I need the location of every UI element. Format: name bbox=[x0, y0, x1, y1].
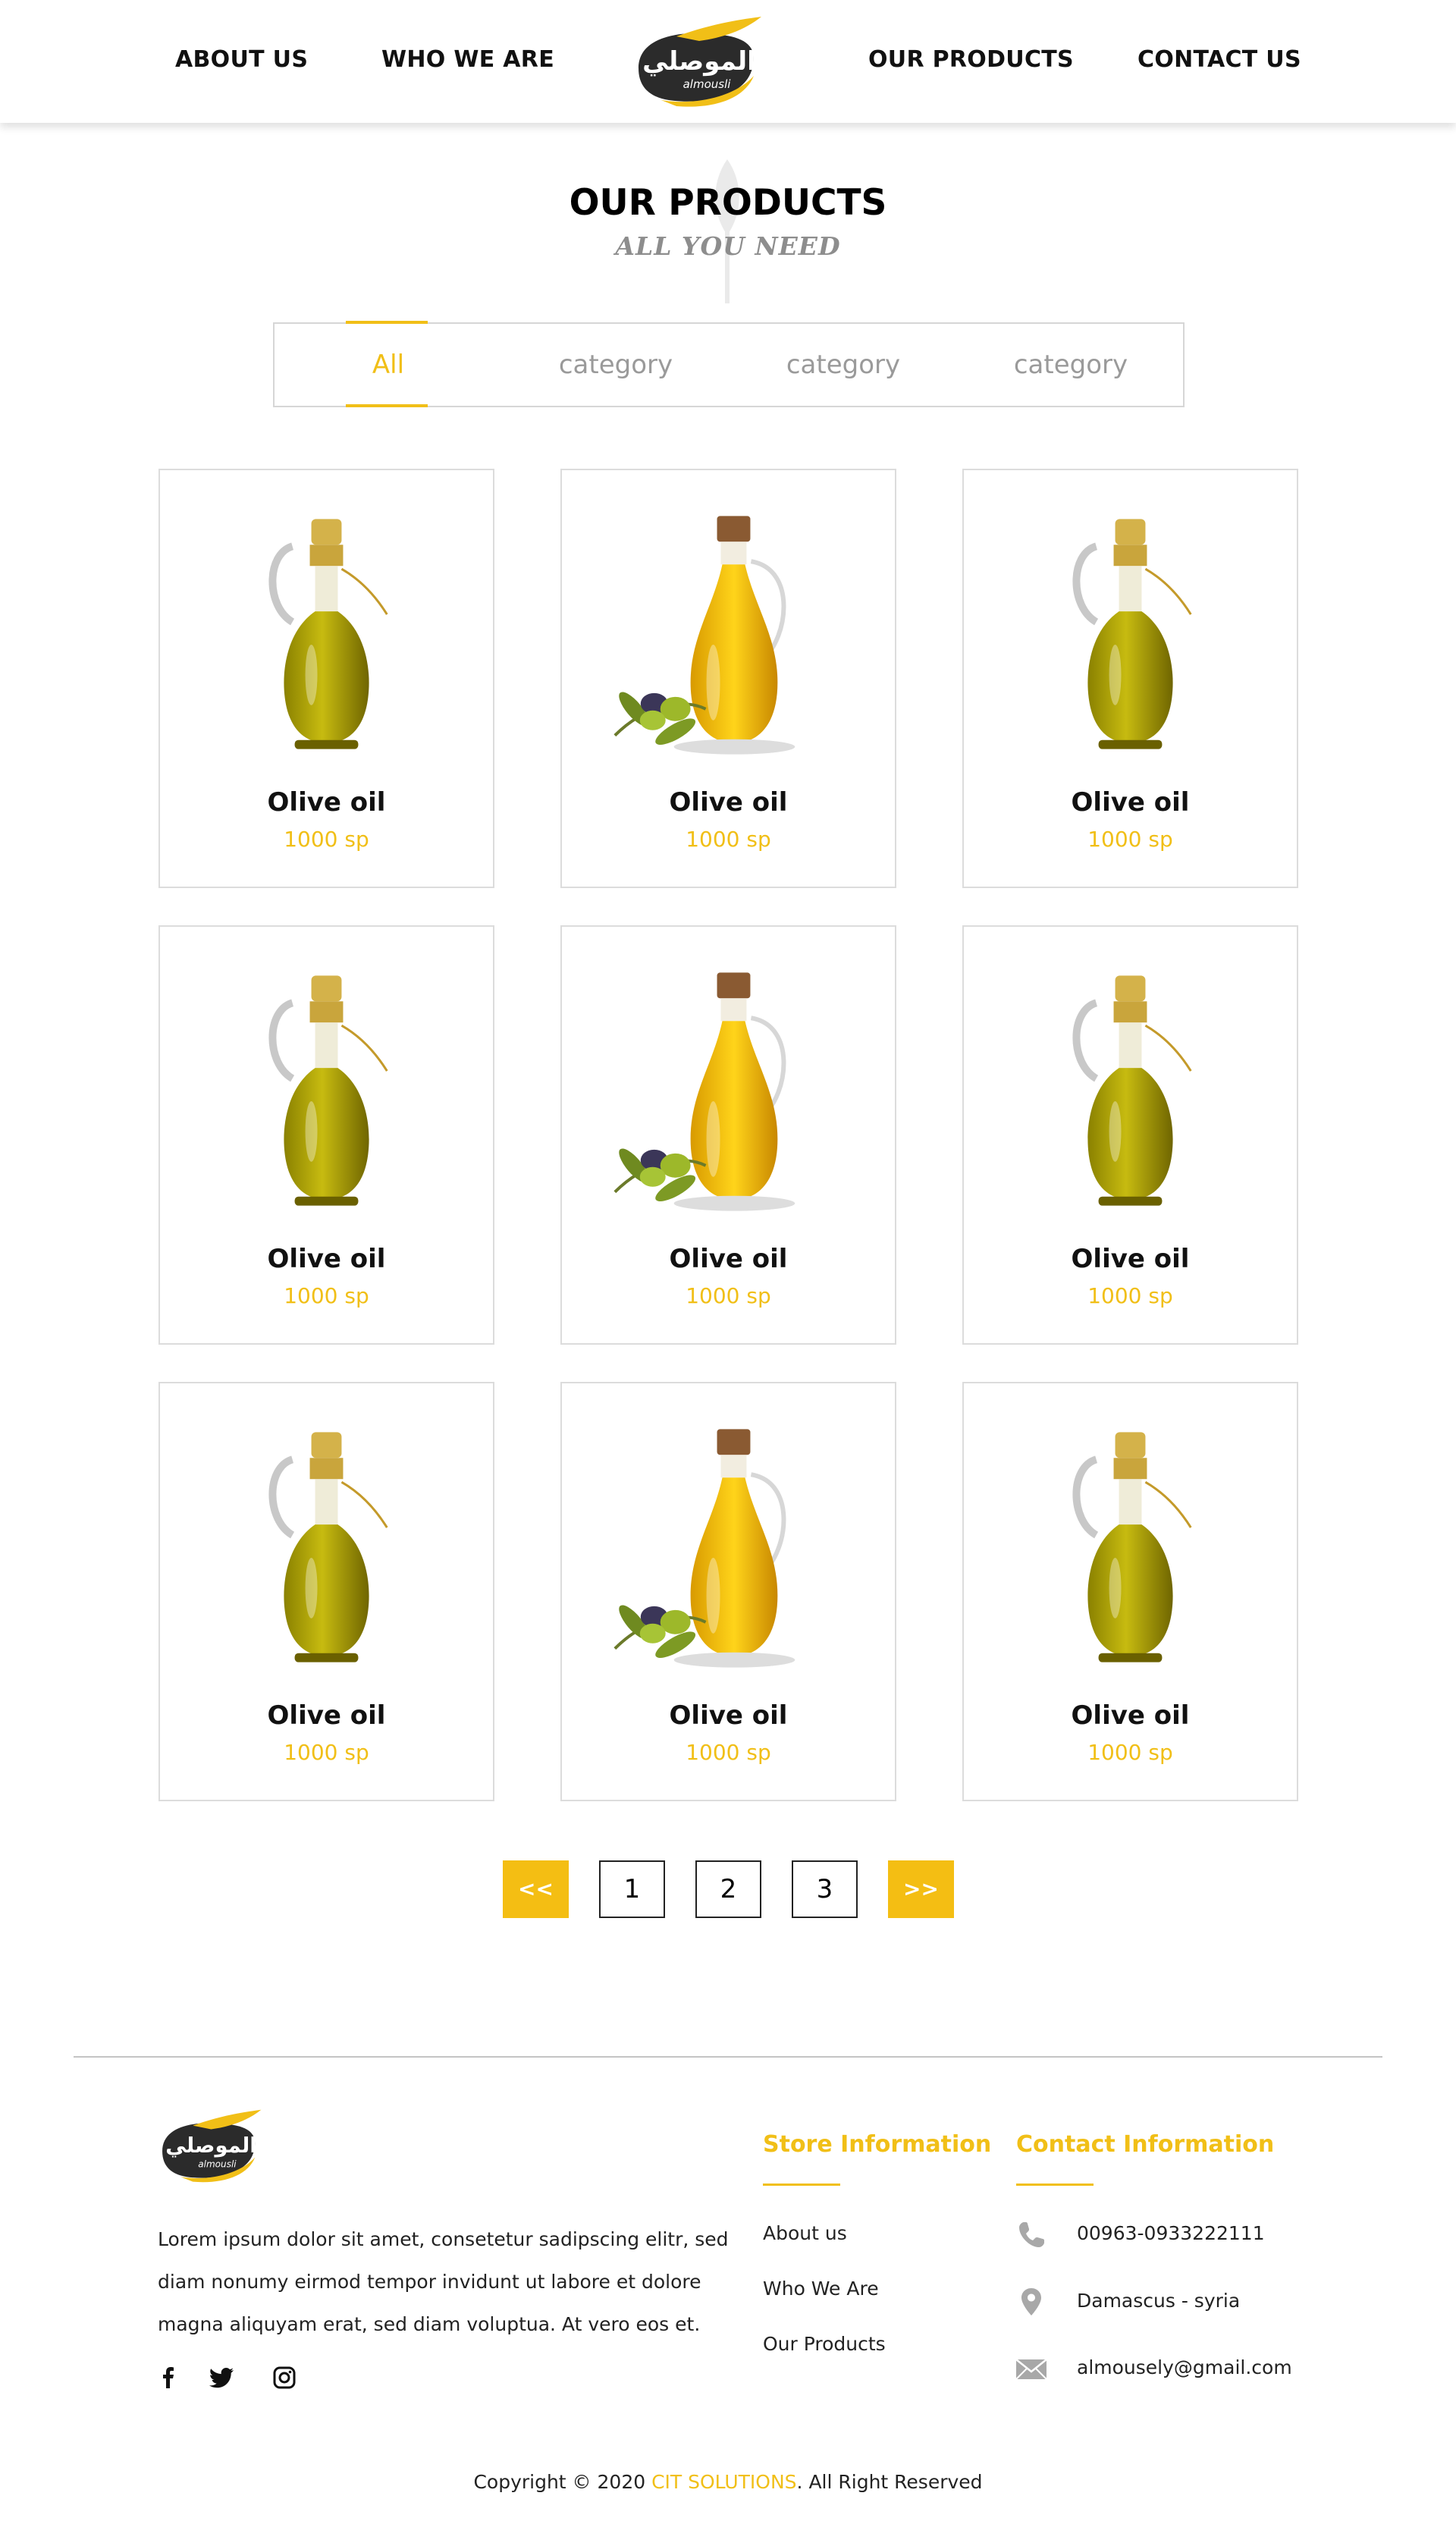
nav-contact-us[interactable]: CONTACT US bbox=[1138, 46, 1301, 73]
twitter-icon[interactable] bbox=[207, 2362, 237, 2393]
product-card[interactable]: Olive oil 1000 sp bbox=[158, 925, 494, 1345]
contact-info-heading: Contact Information bbox=[1016, 2131, 1275, 2158]
product-name: Olive oil bbox=[669, 1700, 788, 1731]
tall-bottle-icon bbox=[160, 1429, 493, 1672]
product-card[interactable]: Olive oil 1000 sp bbox=[560, 1382, 896, 1801]
pagination-prev-button[interactable]: << bbox=[503, 1860, 569, 1918]
product-name: Olive oil bbox=[267, 1244, 386, 1274]
location-pin-icon bbox=[1021, 2288, 1041, 2315]
pagination-page-3[interactable]: 3 bbox=[792, 1860, 858, 1918]
page-subtitle: ALL YOU NEED bbox=[615, 231, 841, 261]
instagram-icon[interactable] bbox=[269, 2362, 300, 2393]
filter-active-top-line bbox=[346, 321, 428, 324]
product-price: 1000 sp bbox=[686, 1283, 771, 1308]
product-price: 1000 sp bbox=[284, 1740, 369, 1765]
copyright-brand-link[interactable]: CIT SOLUTIONS bbox=[651, 2471, 796, 2493]
filter-active-bottom-line bbox=[346, 404, 428, 407]
copyright-prefix: Copyright © 2020 bbox=[473, 2471, 652, 2493]
store-info-heading: Store Information bbox=[763, 2131, 992, 2158]
svg-text:الموصلي: الموصلي bbox=[642, 46, 756, 77]
category-filter: All category category category bbox=[273, 321, 1185, 407]
brand-logo[interactable]: الموصلي almousli bbox=[631, 15, 763, 109]
nav-about-us[interactable]: ABOUT US bbox=[175, 46, 308, 73]
product-price: 1000 sp bbox=[686, 1740, 771, 1765]
product-card[interactable]: Olive oil 1000 sp bbox=[962, 925, 1298, 1345]
jug-olives-icon bbox=[562, 1429, 895, 1672]
tall-bottle-icon bbox=[964, 516, 1297, 758]
envelope-icon bbox=[1015, 2359, 1047, 2380]
contact-address: Damascus - syria bbox=[1077, 2290, 1241, 2312]
nav-our-products[interactable]: OUR PRODUCTS bbox=[868, 46, 1074, 73]
product-price: 1000 sp bbox=[284, 827, 369, 852]
tall-bottle-icon bbox=[964, 972, 1297, 1215]
nav-who-we-are[interactable]: WHO WE ARE bbox=[381, 46, 554, 73]
phone-icon bbox=[1019, 2222, 1044, 2247]
product-card[interactable]: Olive oil 1000 sp bbox=[962, 1382, 1298, 1801]
copyright-suffix: . All Right Reserved bbox=[796, 2471, 983, 2493]
footer-link-about-us[interactable]: About us bbox=[763, 2222, 847, 2244]
copyright: Copyright © 2020 CIT SOLUTIONS. All Righ… bbox=[0, 2471, 1456, 2493]
product-name: Olive oil bbox=[669, 787, 788, 818]
jug-olives-icon bbox=[562, 516, 895, 758]
footer-divider bbox=[74, 2056, 1382, 2058]
page-title: OUR PRODUCTS bbox=[569, 182, 887, 224]
contact-info-underline bbox=[1016, 2184, 1094, 2186]
contact-email[interactable]: almousely@gmail.com bbox=[1077, 2356, 1292, 2378]
product-card[interactable]: Olive oil 1000 sp bbox=[158, 1382, 494, 1801]
product-price: 1000 sp bbox=[284, 1283, 369, 1308]
product-card[interactable]: Olive oil 1000 sp bbox=[560, 469, 896, 888]
svg-text:almousli: almousli bbox=[198, 2158, 237, 2169]
product-name: Olive oil bbox=[669, 1244, 788, 1274]
filter-tab-category-1[interactable]: category bbox=[502, 324, 730, 406]
pagination-page-2[interactable]: 2 bbox=[695, 1860, 761, 1918]
product-price: 1000 sp bbox=[1087, 827, 1173, 852]
filter-tab-category-3[interactable]: category bbox=[957, 324, 1185, 406]
product-card[interactable]: Olive oil 1000 sp bbox=[962, 469, 1298, 888]
product-card[interactable]: Olive oil 1000 sp bbox=[560, 925, 896, 1345]
store-info-underline bbox=[763, 2184, 840, 2186]
svg-text:الموصلي: الموصلي bbox=[165, 2134, 256, 2158]
footer-description: Lorem ipsum dolor sit amet, consetetur s… bbox=[158, 2228, 729, 2335]
product-name: Olive oil bbox=[1071, 1700, 1190, 1731]
footer-logo[interactable]: الموصلي almousli bbox=[156, 2108, 262, 2184]
product-name: Olive oil bbox=[267, 787, 386, 818]
tall-bottle-icon bbox=[160, 972, 493, 1215]
jug-olives-icon bbox=[562, 972, 895, 1215]
wheat-watermark-icon bbox=[715, 159, 739, 303]
pagination-next-button[interactable]: >> bbox=[888, 1860, 954, 1918]
product-card[interactable]: Olive oil 1000 sp bbox=[158, 469, 494, 888]
pagination-page-1[interactable]: 1 bbox=[599, 1860, 665, 1918]
tall-bottle-icon bbox=[160, 516, 493, 758]
tall-bottle-icon bbox=[964, 1429, 1297, 1672]
contact-phone[interactable]: 00963-0933222111 bbox=[1077, 2222, 1265, 2244]
product-price: 1000 sp bbox=[1087, 1740, 1173, 1765]
footer-link-our-products[interactable]: Our Products bbox=[763, 2333, 886, 2355]
product-name: Olive oil bbox=[267, 1700, 386, 1731]
product-price: 1000 sp bbox=[1087, 1283, 1173, 1308]
product-name: Olive oil bbox=[1071, 1244, 1190, 1274]
filter-tab-all[interactable]: All bbox=[275, 324, 502, 406]
facebook-icon[interactable] bbox=[153, 2362, 184, 2393]
footer-link-who-we-are[interactable]: Who We Are bbox=[763, 2278, 879, 2300]
filter-tab-category-2[interactable]: category bbox=[730, 324, 957, 406]
product-price: 1000 sp bbox=[686, 827, 771, 852]
svg-text:almousli: almousli bbox=[683, 77, 732, 91]
product-name: Olive oil bbox=[1071, 787, 1190, 818]
site-header: ABOUT US WHO WE ARE الموصلي almousli OUR… bbox=[0, 0, 1456, 123]
